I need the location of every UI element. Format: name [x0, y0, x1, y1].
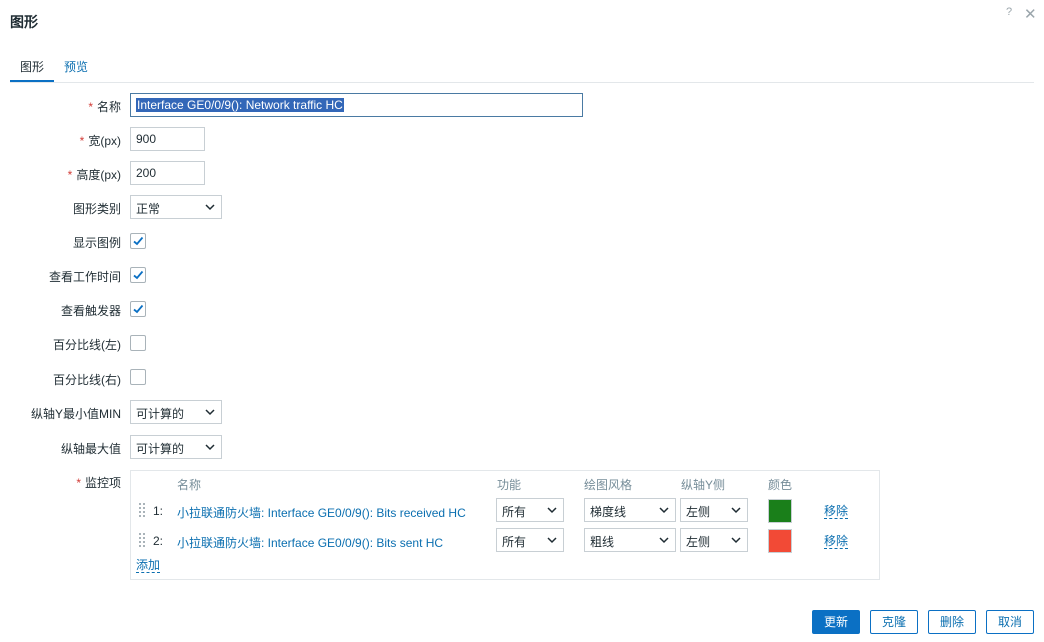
item-remove-link[interactable]: 移除 [824, 504, 849, 519]
show-triggers-checkbox[interactable] [130, 301, 146, 317]
width-label: * 宽(px) [79, 134, 121, 148]
chevron-down-icon [731, 537, 741, 544]
width-input[interactable]: 900 [130, 127, 205, 151]
item-color-swatch[interactable] [768, 499, 792, 523]
add-item-link[interactable]: 添加 [136, 558, 161, 573]
show-triggers-label: 查看触发器 [60, 304, 121, 318]
percentile-left-checkbox[interactable] [130, 335, 146, 351]
chevron-down-icon [659, 507, 669, 514]
checkmark-icon [133, 270, 144, 280]
chevron-down-icon [205, 444, 215, 451]
checkmark-icon [133, 236, 144, 246]
required-mark: * [76, 476, 81, 490]
update-button[interactable]: 更新 [812, 610, 860, 634]
chevron-down-icon [205, 409, 215, 416]
drag-handle-icon[interactable] [139, 533, 145, 547]
item-remove-link[interactable]: 移除 [824, 534, 849, 549]
item-name-link[interactable]: 小拉联通防火墙: Interface GE0/0/9(): Bits recei… [177, 504, 466, 521]
item-row-number: 2: [153, 534, 164, 548]
chevron-down-icon [205, 204, 215, 211]
show-legend-checkbox[interactable] [130, 233, 146, 249]
graph-type-label: 图形类别 [72, 202, 121, 216]
chevron-down-icon [659, 537, 669, 544]
checkmark-icon [133, 304, 144, 314]
required-mark: * [79, 134, 85, 148]
col-header-draw-style: 绘图风格 [584, 478, 633, 492]
chevron-down-icon [547, 537, 557, 544]
delete-button[interactable]: 删除 [928, 610, 976, 634]
col-header-y-side: 纵轴Y侧 [681, 478, 726, 492]
cancel-button[interactable]: 取消 [986, 610, 1034, 634]
items-label: * 监控项 [76, 476, 121, 490]
item-row-number: 1: [153, 504, 164, 518]
clone-button[interactable]: 克隆 [870, 610, 918, 634]
working-time-checkbox[interactable] [130, 267, 146, 283]
tab-preview[interactable]: 预览 [64, 58, 88, 82]
chevron-down-icon [731, 507, 741, 514]
item-color-swatch[interactable] [768, 529, 792, 553]
item-draw-style-select[interactable]: 粗线 [584, 528, 676, 552]
name-label: * 名称 [88, 100, 121, 114]
col-header-function: 功能 [497, 478, 522, 492]
drag-handle-icon[interactable] [139, 503, 145, 517]
help-icon[interactable]: ? [1006, 6, 1012, 18]
percentile-left-label: 百分比线(左) [53, 338, 121, 352]
chevron-down-icon [547, 507, 557, 514]
working-time-label: 查看工作时间 [48, 270, 121, 284]
name-input[interactable]: Interface GE0/0/9(): Network traffic HC [130, 93, 583, 117]
item-function-select[interactable]: 所有 [496, 498, 564, 522]
height-input[interactable]: 200 [130, 161, 205, 185]
height-label: * 高度(px) [67, 168, 121, 182]
ymax-label: 纵轴最大值 [60, 442, 121, 456]
close-icon[interactable]: ✕ [1024, 5, 1037, 23]
show-legend-label: 显示图例 [72, 236, 121, 250]
dialog-title: 图形 [10, 14, 38, 30]
graph-type-select[interactable]: 正常 [130, 195, 222, 219]
percentile-right-checkbox[interactable] [130, 369, 146, 385]
item-name-link[interactable]: 小拉联通防火墙: Interface GE0/0/9(): Bits sent … [177, 534, 443, 551]
required-mark: * [67, 168, 73, 182]
ymin-label: 纵轴Y最小值MIN [30, 407, 121, 421]
item-draw-style-select[interactable]: 梯度线 [584, 498, 676, 522]
item-y-side-select[interactable]: 左侧 [680, 498, 748, 522]
tab-bar: 图形 预览 [10, 56, 1034, 83]
ymax-select[interactable]: 可计算的 [130, 435, 222, 459]
item-y-side-select[interactable]: 左侧 [680, 528, 748, 552]
col-header-name: 名称 [177, 478, 202, 492]
required-mark: * [88, 100, 93, 114]
item-function-select[interactable]: 所有 [496, 528, 564, 552]
tab-graph[interactable]: 图形 [10, 58, 54, 82]
col-header-color: 颜色 [768, 478, 793, 492]
ymin-select[interactable]: 可计算的 [130, 400, 222, 424]
percentile-right-label: 百分比线(右) [53, 373, 121, 387]
